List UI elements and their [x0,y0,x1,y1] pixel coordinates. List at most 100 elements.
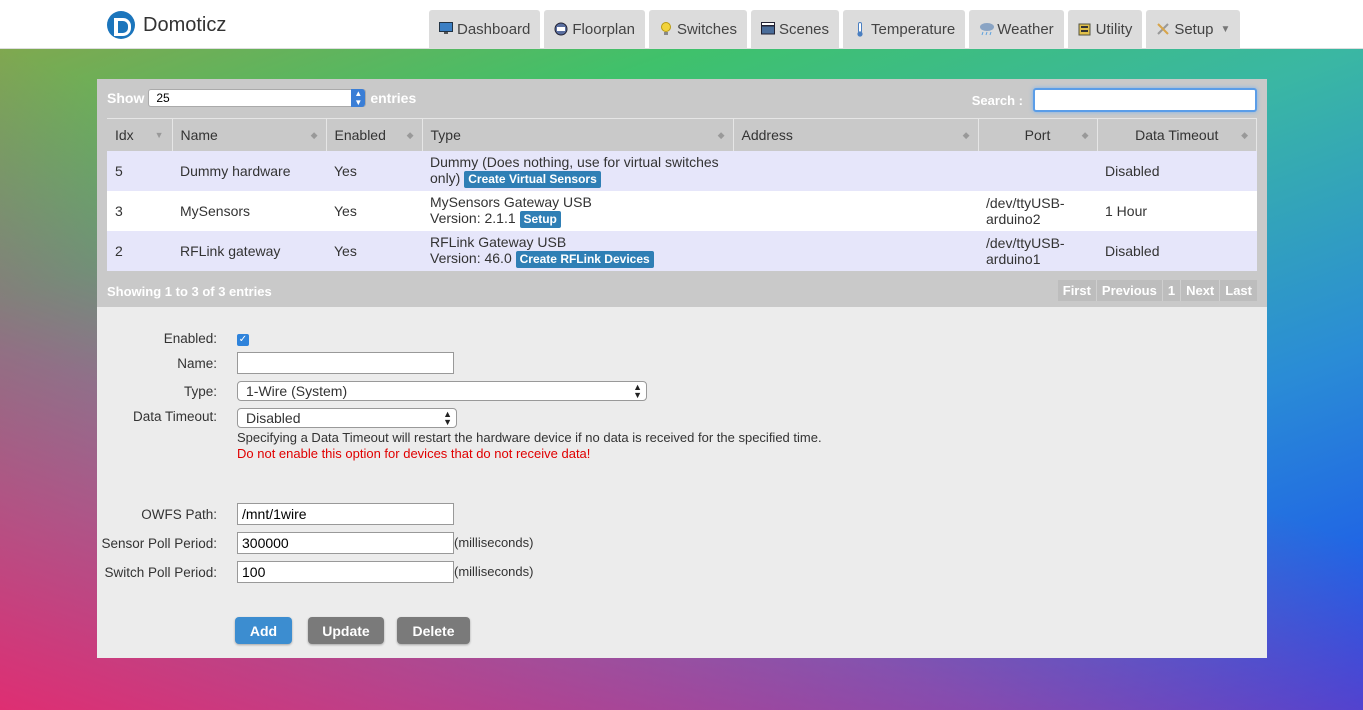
cell-timeout: 1 Hour [1097,190,1257,231]
search-filter: Search : [972,88,1257,112]
create-virtual-sensors-button[interactable]: Create Virtual Sensors [464,170,601,188]
brand[interactable]: Domoticz [107,11,226,39]
entries-label: entries [370,90,417,106]
cell-type: Dummy (Does nothing, use for virtual swi… [422,150,733,191]
switch-poll-input[interactable] [237,561,454,583]
lightbulb-icon [659,22,673,36]
column-header-port[interactable]: Port ◆ [978,118,1098,151]
floorplan-icon [554,22,568,36]
cell-enabled: Yes [326,150,422,191]
search-input[interactable] [1033,88,1257,112]
delete-button[interactable]: Delete [397,617,470,644]
cell-idx: 3 [107,190,172,231]
select-arrows-icon: ▲ ▼ [633,382,642,400]
tab-label: Floorplan [572,20,635,38]
owfs-path-label: OWFS Path: [141,507,217,522]
cell-idx: 2 [107,230,172,271]
cell-address [733,230,978,271]
data-timeout-select[interactable]: Disabled ▲ ▼ [237,408,457,428]
tab-label: Setup [1174,20,1214,38]
sort-icon: ▼ [154,130,164,140]
tab-dashboard[interactable]: Dashboard [429,10,541,48]
thermometer-icon [853,22,867,37]
owfs-path-input[interactable] [237,503,454,525]
entries-select[interactable]: 25 ▲ ▼ [148,89,367,107]
tab-scenes[interactable]: Scenes [750,10,840,48]
update-button[interactable]: Update [308,617,384,644]
cell-port: /dev/ttyUSB-arduino2 [978,190,1097,231]
type-select[interactable]: 1-Wire (System) ▲ ▼ [237,381,647,401]
cell-type: MySensors Gateway USB Version: 2.1.1 Setu… [422,190,733,231]
page-last-button[interactable]: Last [1219,280,1257,301]
add-button[interactable]: Add [235,617,292,644]
cell-type: RFLink Gateway USB Version: 46.0 Create R… [422,230,733,271]
cell-enabled: Yes [326,230,422,271]
cell-idx: 5 [107,150,172,191]
sort-icon: ◆ [962,130,970,140]
page-next-button[interactable]: Next [1180,280,1219,301]
tab-weather[interactable]: Weather [969,10,1064,48]
switch-poll-unit: (milliseconds) [454,564,534,579]
tab-utility[interactable]: Utility [1067,10,1143,48]
page-1-button[interactable]: 1 [1161,280,1180,301]
enabled-label: Enabled: [163,331,217,346]
main-nav: Dashboard Floorplan Switches Scenes Temp… [429,10,1241,48]
sensor-poll-unit: (milliseconds) [454,535,534,550]
column-header-enabled[interactable]: Enabled ◆ [326,118,423,151]
column-header-idx[interactable]: Idx ▼ [107,118,173,151]
name-input[interactable] [237,352,454,374]
monitor-icon [439,22,453,36]
cell-name: RFLink gateway [172,230,326,271]
table-info: Showing 1 to 3 of 3 entries [107,284,272,299]
tab-label: Switches [676,20,737,38]
clapper-icon [760,22,775,36]
cell-address [733,190,978,231]
timeout-note: Specifying a Data Timeout will restart t… [237,430,822,445]
cell-port: /dev/ttyUSB-arduino1 [978,230,1097,271]
tab-switches[interactable]: Switches [648,10,747,48]
cell-name: Dummy hardware [172,150,326,191]
sort-icon: ◆ [406,130,414,140]
select-arrows-icon: ▲ ▼ [351,89,366,107]
name-label: Name: [177,356,217,371]
switch-poll-label: Switch Poll Period: [104,565,217,580]
tab-label: Temperature [871,20,956,38]
domoticz-logo-icon [107,11,135,39]
hardware-panel: Show 25 ▲ ▼ entries Search : Idx ▼ Name ◆ E… [97,79,1267,658]
tab-label: Dashboard [457,20,531,38]
table-row[interactable]: 2 RFLink gateway Yes RFLink Gateway USB V… [107,230,1257,271]
column-header-type[interactable]: Type ◆ [422,118,734,151]
tab-setup[interactable]: Setup ▼ [1146,10,1241,48]
sort-icon: ◆ [310,130,318,140]
setup-button[interactable]: Setup [519,210,561,228]
utility-icon [1078,22,1092,36]
sort-icon: ◆ [717,130,725,140]
brand-name: Domoticz [143,13,227,36]
type-label: Type: [183,384,217,399]
pagination: First Previous 1 Next Last [1057,280,1257,301]
sensor-poll-input[interactable] [237,532,454,554]
tab-temperature[interactable]: Temperature [843,10,966,48]
top-navbar: Domoticz Dashboard Floorplan Switches Sc… [0,0,1363,49]
tab-floorplan[interactable]: Floorplan [544,10,645,48]
table-row[interactable]: 5 Dummy hardware Yes Dummy (Does nothing… [107,150,1257,191]
cell-name: MySensors [172,190,326,231]
tab-label: Scenes [778,20,830,38]
enabled-checkbox[interactable]: ✓ [237,334,249,346]
tab-label: Utility [1095,20,1133,38]
cell-address [733,150,978,191]
page-previous-button[interactable]: Previous [1095,280,1162,301]
create-rflink-devices-button[interactable]: Create RFLink Devices [515,250,654,268]
cell-timeout: Disabled [1097,150,1257,191]
column-header-name[interactable]: Name ◆ [172,118,327,151]
hardware-table-wrapper: Show 25 ▲ ▼ entries Search : Idx ▼ Name ◆ E… [97,79,1267,307]
sensor-poll-label: Sensor Poll Period: [101,536,217,551]
page-first-button[interactable]: First [1058,280,1096,301]
tab-label: Weather [997,20,1054,38]
column-header-address[interactable]: Address ◆ [733,118,979,151]
table-row[interactable]: 3 MySensors Yes MySensors Gateway USB Ver… [107,190,1257,231]
tools-icon [1156,22,1170,36]
rain-cloud-icon [979,22,995,36]
cell-port [978,150,1097,191]
column-header-data-timeout[interactable]: Data Timeout ◆ [1097,118,1257,151]
